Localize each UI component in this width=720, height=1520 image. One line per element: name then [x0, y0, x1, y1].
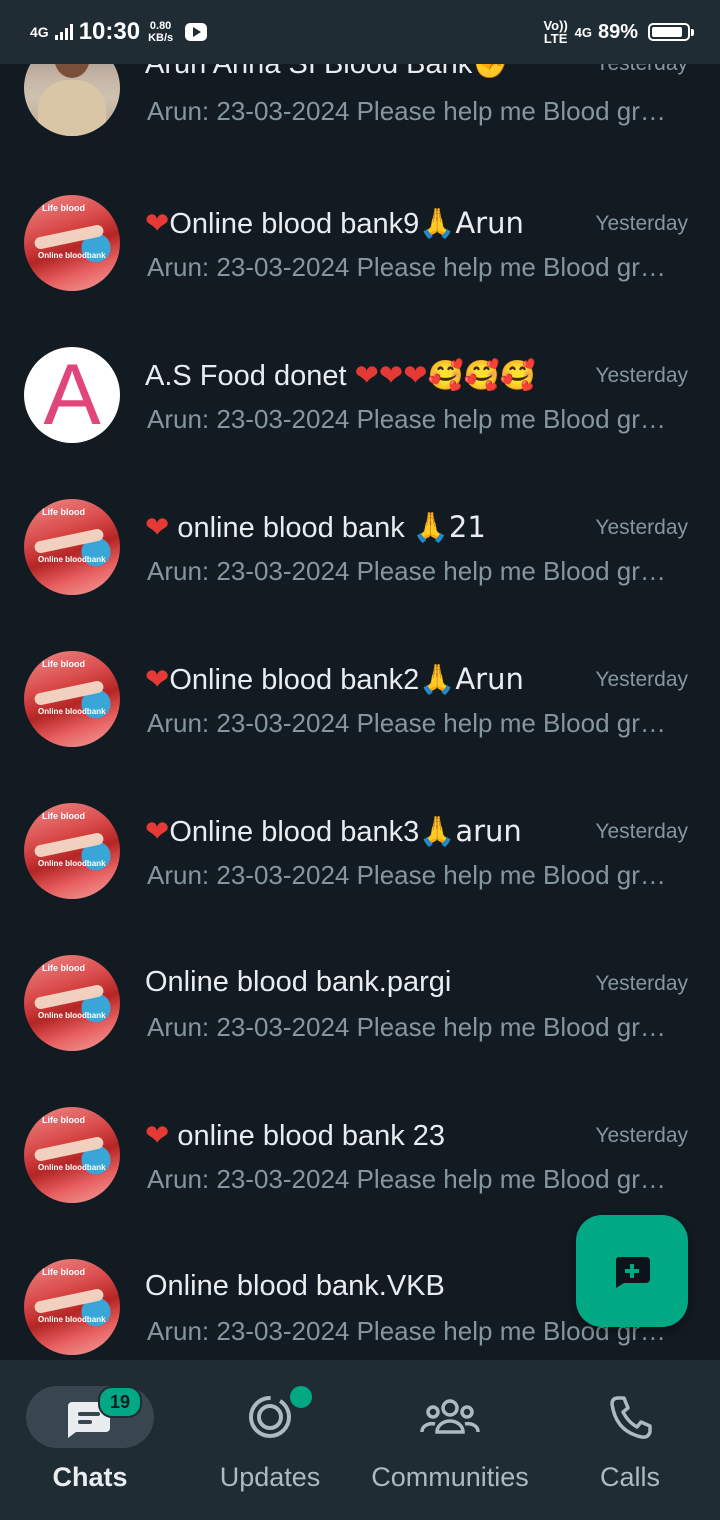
chat-preview: Arun: 23-03-2024 Please help me Blood gr…: [147, 708, 672, 738]
chat-list[interactable]: Arun Anna SI Blood Bank✊ Yesterday Arun:…: [0, 0, 720, 1360]
chat-preview: Arun: 23-03-2024 Please help me Blood gr…: [147, 96, 672, 126]
new-chat-icon: [615, 1257, 650, 1288]
youtube-icon: [185, 23, 208, 41]
data-speed: 0.80 KB/s: [148, 20, 174, 44]
chat-time: Yesterday: [595, 1124, 688, 1147]
contact-avatar[interactable]: A: [24, 347, 120, 443]
status-bar: 4G 10:30 0.80 KB/s Vo)) LTE 4G 89%: [0, 0, 720, 64]
new-update-dot: [288, 1384, 314, 1410]
chat-title: ❤ online blood bank 23: [145, 1120, 446, 1152]
tab-updates[interactable]: Updates: [180, 1360, 360, 1520]
group-avatar[interactable]: Life blood Online bloodbank: [24, 1107, 120, 1203]
battery-percent: 89%: [597, 20, 638, 43]
tab-label: Calls: [599, 1462, 660, 1492]
clock: 10:30: [78, 18, 141, 45]
chat-preview: Arun: 23-03-2024 Please help me Blood gr…: [147, 252, 672, 282]
chat-row[interactable]: Life blood Online bloodbank ❤Online blood…: [0, 752, 720, 904]
signal-icon: [54, 24, 73, 40]
chat-time: Yesterday: [595, 820, 688, 843]
chat-title: Online blood bank.pargi: [145, 966, 452, 998]
tab-calls[interactable]: Calls: [540, 1360, 720, 1520]
network-indicator-right: 4G: [574, 24, 592, 40]
chat-row[interactable]: Life blood Online bloodbank ❤Online blood…: [0, 144, 720, 296]
chat-time: Yesterday: [595, 972, 688, 995]
group-avatar[interactable]: Life blood Online bloodbank: [24, 195, 120, 291]
chat-title: ❤Online blood bank3🙏arun: [145, 814, 522, 848]
chat-time: Yesterday: [595, 364, 688, 387]
group-avatar[interactable]: Life blood Online bloodbank: [24, 1259, 120, 1355]
chat-row[interactable]: Life blood Online bloodbank Online blood …: [0, 904, 720, 1056]
chat-time: Yesterday: [595, 668, 688, 691]
group-avatar[interactable]: Life blood Online bloodbank: [24, 803, 120, 899]
chat-preview: Arun: 23-03-2024 Please help me Blood gr…: [147, 860, 672, 890]
tab-label: Chats: [52, 1462, 128, 1492]
chat-preview: Arun: 23-03-2024 Please help me Blood gr…: [147, 1012, 672, 1042]
group-avatar[interactable]: Life blood Online bloodbank: [24, 955, 120, 1051]
battery-icon: [648, 23, 694, 41]
chat-preview: Arun: 23-03-2024 Please help me Blood gr…: [147, 1164, 672, 1194]
calls-icon: [610, 1396, 652, 1439]
unread-badge: 19: [98, 1386, 142, 1418]
chat-row[interactable]: A A.S Food donet ❤❤❤🥰🥰🥰 Yesterday Arun: …: [0, 296, 720, 448]
chat-preview: Arun: 23-03-2024 Please help me Blood gr…: [147, 556, 672, 586]
chat-time: Yesterday: [595, 516, 688, 539]
tab-communities[interactable]: Communities: [360, 1360, 540, 1520]
tab-chats[interactable]: 19 Chats: [0, 1360, 180, 1520]
network-indicator: 4G: [30, 24, 49, 40]
chat-title: ❤Online blood bank9🙏Arun: [145, 206, 524, 240]
chat-row[interactable]: Life blood Online bloodbank ❤ online bloo…: [0, 1056, 720, 1208]
chat-title: A.S Food donet ❤❤❤🥰🥰🥰: [145, 358, 536, 392]
bottom-navigation: 19 Chats Updates Communities Calls: [0, 1360, 720, 1520]
chat-row[interactable]: Life blood Online bloodbank ❤ online bloo…: [0, 448, 720, 600]
communities-icon: [420, 1399, 480, 1434]
chat-title: ❤Online blood bank2🙏Arun: [145, 662, 524, 696]
group-avatar[interactable]: Life blood Online bloodbank: [24, 499, 120, 595]
chat-time: Yesterday: [595, 212, 688, 235]
chat-title: Online blood bank.VKB: [145, 1270, 445, 1302]
new-chat-button[interactable]: [576, 1215, 688, 1327]
volte-indicator: Vo)) LTE: [543, 18, 568, 46]
tab-label: Updates: [219, 1462, 321, 1492]
chat-title: ❤ online blood bank 🙏21: [145, 510, 486, 544]
chat-preview: Arun: 23-03-2024 Please help me Blood gr…: [147, 404, 672, 434]
tab-label: Communities: [371, 1462, 529, 1492]
group-avatar[interactable]: Life blood Online bloodbank: [24, 651, 120, 747]
chat-row[interactable]: Life blood Online bloodbank ❤Online blood…: [0, 600, 720, 752]
